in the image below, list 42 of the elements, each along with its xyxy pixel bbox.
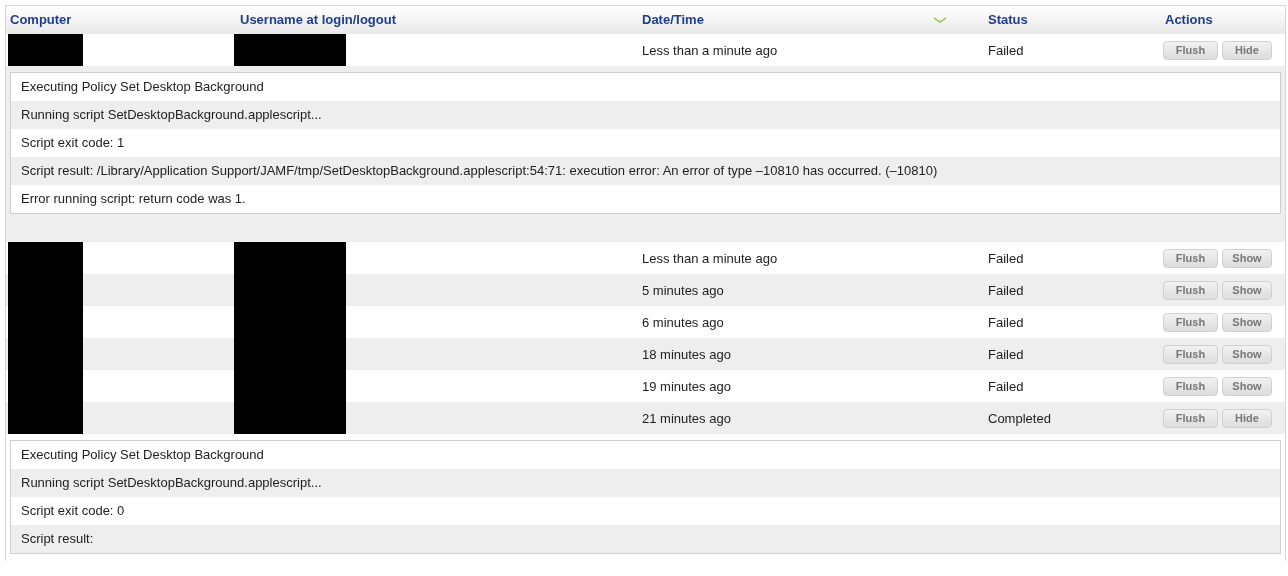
date-text: 21 minutes ago (642, 411, 731, 426)
flush-button[interactable]: Flush (1163, 248, 1218, 268)
log-line: Script exit code: 1 (21, 134, 125, 153)
log-line: Running script SetDesktopBackground.applescript... (21, 474, 322, 493)
toggle-log-button[interactable]: Show (1222, 248, 1272, 268)
status-text: Failed (988, 379, 1024, 394)
flush-button[interactable]: Flush (1163, 40, 1218, 60)
toggle-log-button[interactable]: Show (1222, 376, 1272, 396)
toggle-log-button[interactable]: Hide (1222, 40, 1272, 60)
column-header[interactable]: Status (988, 10, 1028, 30)
column-header[interactable]: Username at login/logout (240, 10, 396, 30)
date-text: 5 minutes ago (642, 283, 724, 298)
log-line: Error running script: return code was 1. (21, 190, 246, 209)
flush-button[interactable]: Flush (1163, 376, 1218, 396)
toggle-log-button[interactable]: Hide (1222, 408, 1272, 428)
flush-button[interactable]: Flush (1163, 344, 1218, 364)
log-line: Script result: /Library/Application Support/JAMF/tmp/SetDesktopBackground.applescript:54:71: execution error: An error of type –10810 has occurred. (–10810) (21, 162, 938, 181)
status-text: Failed (988, 251, 1024, 266)
flush-button[interactable]: Flush (1163, 312, 1218, 332)
date-text: 18 minutes ago (642, 347, 731, 362)
status-text: Failed (988, 43, 1024, 58)
column-header[interactable]: Actions (1165, 10, 1213, 30)
status-text: Completed (988, 411, 1051, 426)
log-line: Executing Policy Set Desktop Background (21, 78, 264, 97)
status-text: Failed (988, 283, 1024, 298)
log-line: Executing Policy Set Desktop Background (21, 446, 264, 465)
toggle-log-button[interactable]: Show (1222, 344, 1272, 364)
date-text: 6 minutes ago (642, 315, 724, 330)
log-line: Script exit code: 0 (21, 502, 125, 521)
date-text: Less than a minute ago (642, 43, 778, 58)
log-line: Script result: (21, 530, 94, 549)
column-header[interactable]: Computer (10, 10, 72, 30)
toggle-log-button[interactable]: Show (1222, 280, 1272, 300)
date-text: 19 minutes ago (642, 379, 731, 394)
flush-button[interactable]: Flush (1163, 280, 1218, 300)
toggle-log-button[interactable]: Show (1222, 312, 1272, 332)
date-text: Less than a minute ago (642, 251, 778, 266)
status-text: Failed (988, 347, 1024, 362)
flush-button[interactable]: Flush (1163, 408, 1218, 428)
column-header[interactable]: Date/Time (642, 10, 704, 30)
log-line: Running script SetDesktopBackground.applescript... (21, 106, 322, 125)
status-text: Failed (988, 315, 1024, 330)
